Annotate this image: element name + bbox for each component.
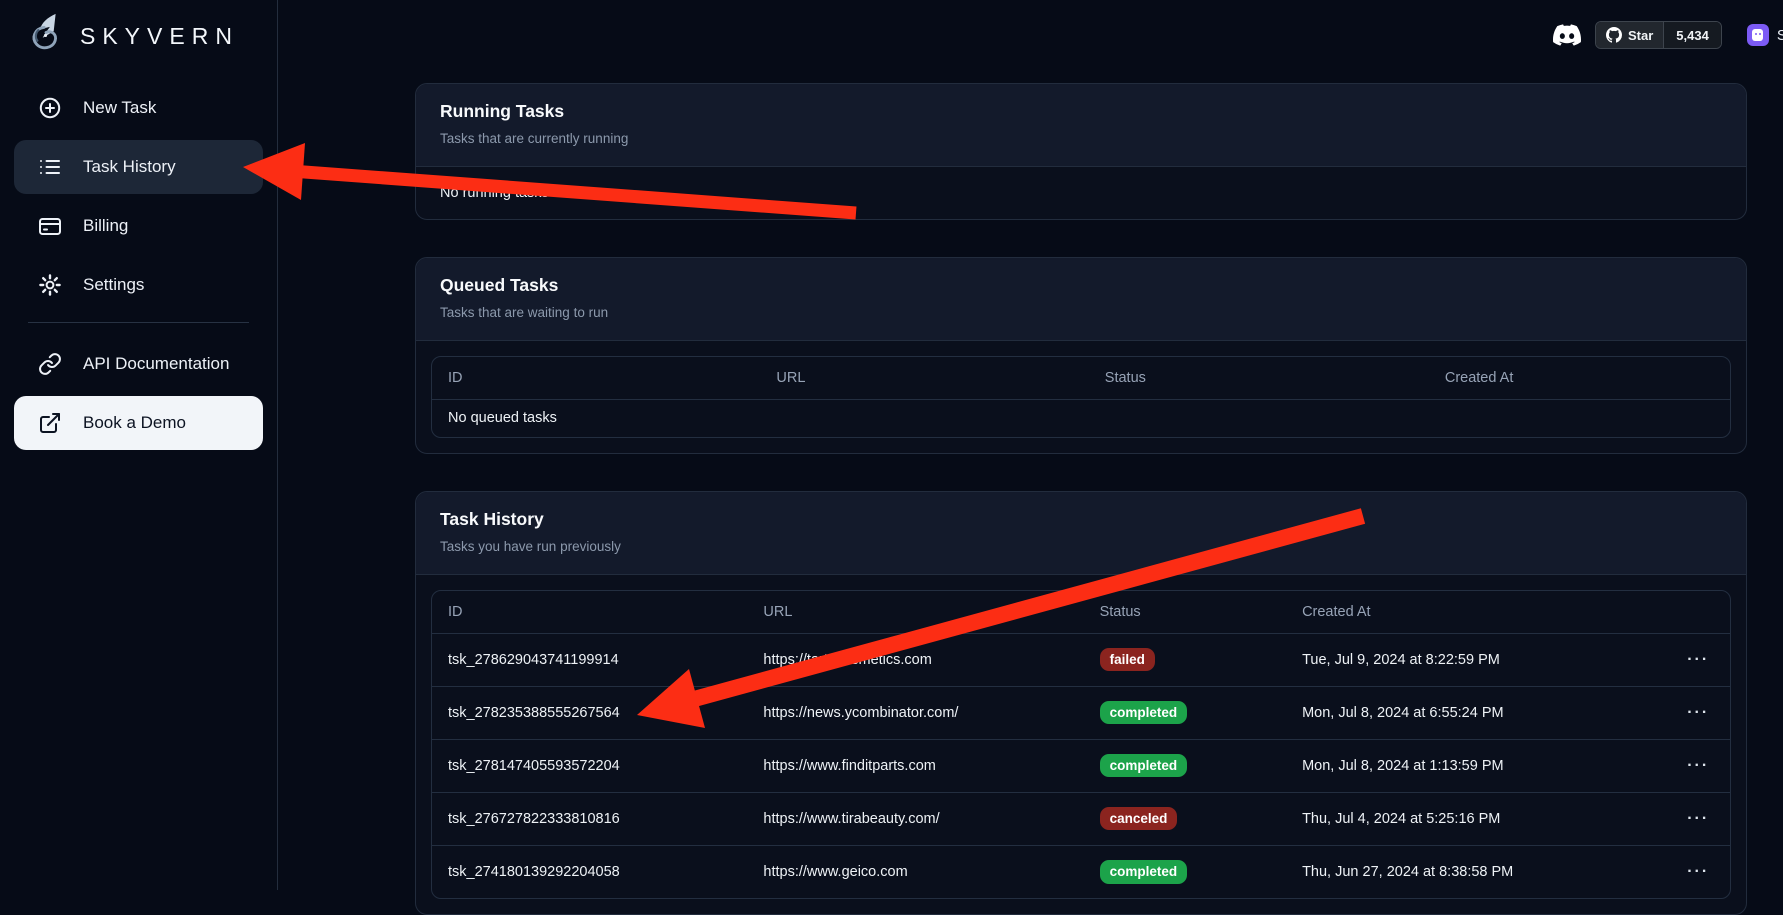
sidebar-item-api-documentation[interactable]: API Documentation — [14, 337, 263, 391]
sidebar-item-label: Settings — [83, 275, 144, 295]
task-actions-cell: ··· — [1666, 792, 1730, 845]
sidebar-divider — [28, 322, 249, 323]
table-row[interactable]: tsk_278629043741199914https://tartecosme… — [432, 633, 1730, 686]
sidebar-item-label: Task History — [83, 157, 176, 177]
running-tasks-card: Running Tasks Tasks that are currently r… — [415, 83, 1747, 220]
task-url-cell: https://www.finditparts.com — [747, 739, 1083, 792]
task-actions-cell: ··· — [1666, 633, 1730, 686]
task-id-cell: tsk_274180139292204058 — [432, 845, 747, 898]
card-subtitle: Tasks that are waiting to run — [440, 305, 1722, 320]
sidebar-item-billing[interactable]: Billing — [14, 199, 263, 253]
sidebar-item-task-history[interactable]: Task History — [14, 140, 263, 194]
row-actions-button[interactable]: ··· — [1687, 704, 1709, 722]
task-actions-cell: ··· — [1666, 686, 1730, 739]
column-header-id: ID — [432, 591, 747, 633]
brand-logo[interactable]: SKYVERN — [0, 0, 277, 64]
sidebar: SKYVERN New Task Task History Billing — [0, 0, 278, 890]
task-created-at-cell: Thu, Jul 4, 2024 at 5:25:16 PM — [1286, 792, 1666, 845]
main-content: Running Tasks Tasks that are currently r… — [278, 0, 1783, 890]
task-url-cell: https://www.tirabeauty.com/ — [747, 792, 1083, 845]
row-actions-button[interactable]: ··· — [1687, 651, 1709, 669]
sidebar-item-settings[interactable]: Settings — [14, 258, 263, 312]
task-created-at-cell: Mon, Jul 8, 2024 at 1:13:59 PM — [1286, 739, 1666, 792]
link-icon — [38, 352, 62, 376]
column-header-actions — [1666, 591, 1730, 633]
task-status-cell: completed — [1084, 845, 1286, 898]
task-status-cell: completed — [1084, 739, 1286, 792]
sidebar-item-label: Book a Demo — [83, 413, 186, 433]
task-actions-cell: ··· — [1666, 739, 1730, 792]
task-actions-cell: ··· — [1666, 845, 1730, 898]
queued-tasks-card: Queued Tasks Tasks that are waiting to r… — [415, 257, 1747, 454]
task-id-cell: tsk_278147405593572204 — [432, 739, 747, 792]
task-url-cell: https://tartecosmetics.com — [747, 633, 1083, 686]
sidebar-item-new-task[interactable]: New Task — [14, 81, 263, 135]
table-row[interactable]: tsk_274180139292204058https://www.geico.… — [432, 845, 1730, 898]
task-history-card: Task History Tasks you have run previous… — [415, 491, 1747, 915]
column-header-url: URL — [747, 591, 1083, 633]
queued-tasks-empty: No queued tasks — [432, 399, 1730, 437]
status-badge: completed — [1100, 701, 1188, 725]
status-badge: completed — [1100, 860, 1188, 884]
task-id-cell: tsk_278629043741199914 — [432, 633, 747, 686]
status-badge: canceled — [1100, 807, 1178, 831]
queued-tasks-header: Queued Tasks Tasks that are waiting to r… — [416, 258, 1746, 341]
card-subtitle: Tasks that are currently running — [440, 131, 1722, 146]
history-table-body: tsk_278629043741199914https://tartecosme… — [432, 633, 1730, 898]
table-row[interactable]: tsk_278235388555267564https://news.ycomb… — [432, 686, 1730, 739]
task-url-cell: https://www.geico.com — [747, 845, 1083, 898]
task-id-cell: tsk_276727822333810816 — [432, 792, 747, 845]
task-url-cell: https://news.ycombinator.com/ — [747, 686, 1083, 739]
card-title: Running Tasks — [440, 101, 1722, 122]
row-actions-button[interactable]: ··· — [1687, 810, 1709, 828]
task-created-at-cell: Tue, Jul 9, 2024 at 8:22:59 PM — [1286, 633, 1666, 686]
row-actions-button[interactable]: ··· — [1687, 757, 1709, 775]
external-link-icon — [38, 411, 62, 435]
column-header-status: Status — [1089, 357, 1429, 399]
table-row[interactable]: tsk_278147405593572204https://www.findit… — [432, 739, 1730, 792]
skyvern-dragon-icon — [24, 11, 70, 62]
column-header-url: URL — [760, 357, 1088, 399]
task-status-cell: canceled — [1084, 792, 1286, 845]
task-created-at-cell: Mon, Jul 8, 2024 at 6:55:24 PM — [1286, 686, 1666, 739]
running-tasks-empty: No running tasks — [416, 167, 1746, 219]
card-subtitle: Tasks you have run previously — [440, 539, 1722, 554]
card-title: Queued Tasks — [440, 275, 1722, 296]
status-badge: failed — [1100, 648, 1155, 672]
task-status-cell: failed — [1084, 633, 1286, 686]
column-header-status: Status — [1084, 591, 1286, 633]
brand-name: SKYVERN — [80, 23, 239, 50]
task-history-table: ID URL Status Created At tsk_27862904374… — [432, 591, 1730, 898]
list-icon — [38, 155, 62, 179]
table-row-empty: No queued tasks — [432, 399, 1730, 437]
column-header-created-at: Created At — [1286, 591, 1666, 633]
running-tasks-header: Running Tasks Tasks that are currently r… — [416, 84, 1746, 167]
table-row[interactable]: tsk_276727822333810816https://www.tirabe… — [432, 792, 1730, 845]
status-badge: completed — [1100, 754, 1188, 778]
sidebar-item-label: API Documentation — [83, 354, 229, 374]
column-header-created-at: Created At — [1429, 357, 1730, 399]
task-id-cell: tsk_278235388555267564 — [432, 686, 747, 739]
task-history-header: Task History Tasks you have run previous… — [416, 492, 1746, 575]
gear-icon — [38, 273, 62, 297]
credit-card-icon — [38, 214, 62, 238]
column-header-id: ID — [432, 357, 760, 399]
card-title: Task History — [440, 509, 1722, 530]
sidebar-item-label: New Task — [83, 98, 156, 118]
sidebar-item-book-a-demo[interactable]: Book a Demo — [14, 396, 263, 450]
task-created-at-cell: Thu, Jun 27, 2024 at 8:38:58 PM — [1286, 845, 1666, 898]
sidebar-item-label: Billing — [83, 216, 128, 236]
task-status-cell: completed — [1084, 686, 1286, 739]
row-actions-button[interactable]: ··· — [1687, 863, 1709, 881]
queued-tasks-table: ID URL Status Created At No queued tasks — [432, 357, 1730, 437]
plus-circle-icon — [38, 96, 62, 120]
